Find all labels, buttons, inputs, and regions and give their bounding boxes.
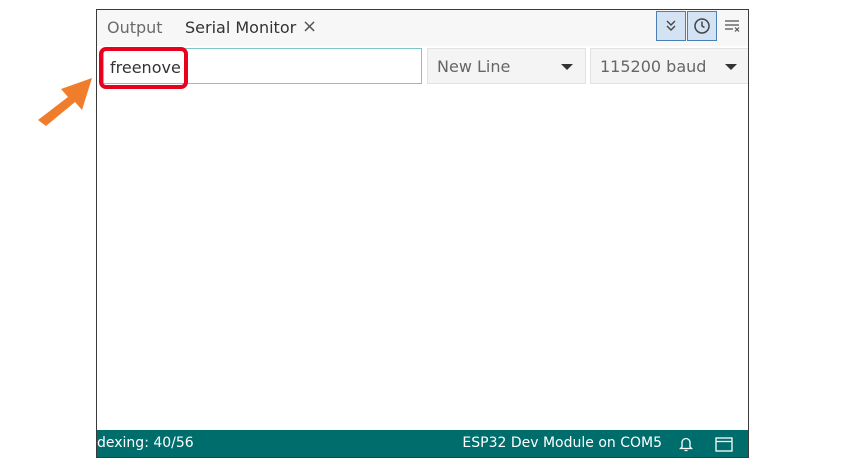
clear-output-button[interactable] [718, 11, 748, 41]
line-ending-select[interactable]: New Line [427, 48, 586, 84]
caret-down-icon [561, 64, 573, 70]
autoscroll-toggle-button[interactable] [656, 11, 686, 41]
tab-output[interactable]: Output [107, 18, 163, 37]
board-port-status[interactable]: ESP32 Dev Module on COM5 [462, 435, 662, 451]
notifications-button[interactable] [676, 434, 696, 454]
input-highlight-box [99, 47, 188, 89]
baud-rate-value: 115200 baud [600, 57, 707, 76]
panel-tab-bar: Output Serial Monitor × [97, 10, 748, 46]
serial-output-area[interactable] [97, 86, 748, 431]
panel-layout-icon [715, 436, 733, 452]
indexing-status: dexing: 40/56 [97, 435, 194, 451]
baud-rate-select[interactable]: 115200 baud [590, 48, 748, 84]
line-ending-value: New Line [437, 57, 511, 76]
tab-serial-monitor[interactable]: Serial Monitor [185, 18, 296, 37]
status-bar: dexing: 40/56 ESP32 Dev Module on COM5 [97, 430, 748, 457]
caret-down-icon [725, 64, 737, 70]
toggle-panel-button[interactable] [714, 434, 734, 454]
clock-icon [694, 18, 710, 34]
pointer-arrow-icon [38, 78, 92, 126]
serial-monitor-panel: Output Serial Monitor × freenove New Lin… [96, 9, 749, 458]
timestamp-toggle-button[interactable] [687, 11, 717, 41]
clear-output-icon [725, 20, 740, 32]
screenshot-stage: Output Serial Monitor × freenove New Lin… [0, 0, 855, 466]
chevron-double-down-icon [666, 20, 676, 31]
send-message-row: New Line 115200 baud [97, 46, 748, 86]
bell-icon [679, 437, 693, 452]
close-tab-icon[interactable]: × [302, 17, 317, 37]
